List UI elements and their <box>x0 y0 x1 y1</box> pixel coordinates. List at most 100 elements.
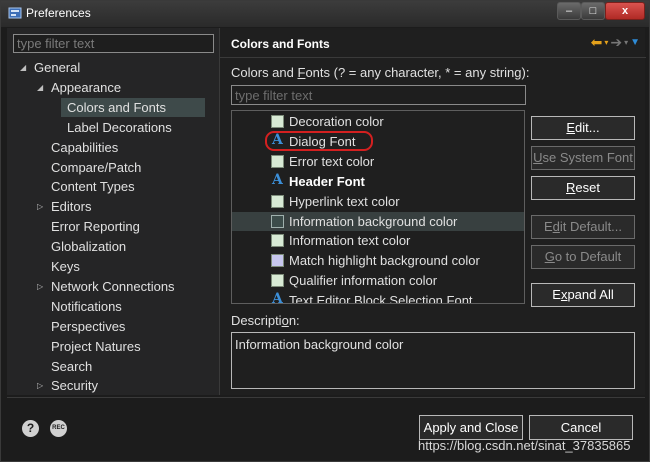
collapsed-twisty-icon[interactable]: ▷ <box>37 197 43 216</box>
colors-fonts-filter-input[interactable] <box>231 85 526 105</box>
tree-item-label: Globalization <box>51 239 127 255</box>
collapsed-twisty-icon[interactable]: ▷ <box>37 277 43 296</box>
tree-item-label: Content Types <box>51 179 135 195</box>
color-swatch-icon <box>271 254 284 268</box>
font-icon: A <box>272 291 283 304</box>
color-swatch-icon <box>271 194 284 208</box>
tree-item[interactable]: Search <box>51 357 92 376</box>
tree-item[interactable]: ◢ Appearance <box>37 78 122 97</box>
go-to-default-button[interactable]: Go to Default <box>531 245 635 269</box>
tree-item-label: Search <box>51 358 93 374</box>
color-swatch-icon <box>271 234 284 248</box>
preferences-app-icon <box>8 7 22 19</box>
page-header: Colors and Fonts ⬅ ▾ ➔ ▾ ▼ <box>220 28 646 58</box>
color-font-item[interactable]: Decoration color <box>232 112 524 131</box>
tree-item-label: Project Natures <box>51 338 141 354</box>
preferences-navigation: ◢ General ◢ Appearance Colors and Fonts Label… <box>7 28 219 395</box>
title-bar: Preferences ‒ □ x <box>1 1 649 27</box>
tree-filter-input[interactable] <box>13 34 214 53</box>
reset-button[interactable]: Reset <box>531 176 635 200</box>
tree-item[interactable]: Capabilities <box>51 138 118 157</box>
tree-item[interactable]: Content Types <box>51 177 135 196</box>
tree-item[interactable]: ▷ Editors <box>37 197 92 216</box>
page-navigation: ⬅ ▾ ➔ ▾ ▼ <box>591 34 640 51</box>
color-swatch-icon <box>271 115 284 128</box>
color-font-item[interactable]: Qualifier information color <box>232 271 524 290</box>
font-icon: A <box>272 171 283 188</box>
edit-button[interactable]: Edit... <box>531 116 635 140</box>
tree-item[interactable]: ▷ Security <box>37 376 98 395</box>
description-label: Description: <box>231 313 300 328</box>
color-font-item[interactable]: Information text color <box>232 231 524 250</box>
tree-item-label: Colors and Fonts <box>67 99 166 115</box>
expanded-twisty-icon[interactable]: ◢ <box>20 58 26 77</box>
maximize-button[interactable]: □ <box>581 2 605 20</box>
color-font-item-label: Error text color <box>289 153 375 169</box>
apply-and-close-button[interactable]: Apply and Close <box>419 415 523 440</box>
collapsed-twisty-icon[interactable]: ▷ <box>37 376 43 395</box>
colors-fonts-list-label: Colors and Fonts (? = any character, * =… <box>231 65 530 80</box>
minimize-button[interactable]: ‒ <box>557 2 581 20</box>
tree-item-label: Appearance <box>51 79 122 95</box>
color-font-item-label: Hyperlink text color <box>289 193 400 209</box>
color-font-item[interactable]: Information background color <box>232 211 524 231</box>
tree-item-label: Security <box>51 378 98 394</box>
color-font-item-label: Text Editor Block Selection Font <box>289 293 473 304</box>
forward-arrow-icon[interactable]: ➔ <box>610 34 622 51</box>
color-font-item-label: Information background color <box>289 213 458 229</box>
tree-item[interactable]: Compare/Patch <box>51 158 141 177</box>
tree-item-label: Network Connections <box>51 278 175 294</box>
record-icon[interactable]: REC <box>50 420 67 437</box>
back-arrow-icon[interactable]: ⬅ <box>591 34 603 51</box>
back-dropdown-icon[interactable]: ▾ <box>604 38 608 47</box>
source-watermark: https://blog.csdn.net/sinat_37835865 <box>418 438 631 453</box>
color-font-item-label: Header Font <box>289 173 365 189</box>
tree-item[interactable]: Colors and Fonts <box>61 97 205 117</box>
color-font-item[interactable]: Error text color <box>232 152 524 171</box>
tree-item-label: Keys <box>51 259 80 274</box>
tree-item-label: Editors <box>51 199 92 215</box>
help-icon[interactable]: ? <box>22 420 39 437</box>
color-swatch-icon <box>271 154 284 168</box>
page-title: Colors and Fonts <box>231 37 330 51</box>
tree-item[interactable]: Globalization <box>51 237 126 256</box>
preferences-window: Preferences ‒ □ x ◢ General ◢ Appearance Col… <box>0 0 650 462</box>
color-font-item[interactable]: Match highlight background color <box>232 251 524 270</box>
color-font-item-label: Decoration color <box>289 114 384 129</box>
preference-page: Colors and Fonts ⬅ ▾ ➔ ▾ ▼ Colors and Fo… <box>219 28 646 395</box>
close-window-button[interactable]: x <box>605 2 645 20</box>
color-font-item-label: Match highlight background color <box>289 253 480 269</box>
bottom-separator <box>7 397 645 398</box>
color-font-item[interactable]: A Header Font <box>232 172 524 191</box>
color-swatch-icon <box>271 274 284 288</box>
tree-item-label: Notifications <box>51 298 122 314</box>
window-title: Preferences <box>26 6 91 20</box>
tree-item[interactable]: Notifications <box>51 297 122 316</box>
expanded-twisty-icon[interactable]: ◢ <box>37 78 43 97</box>
expand-all-button[interactable]: Expand All <box>531 283 635 307</box>
tree-item[interactable]: Error Reporting <box>51 217 140 236</box>
red-highlight-annotation <box>265 130 373 151</box>
tree-item-label: Compare/Patch <box>51 159 142 175</box>
tree-item[interactable]: Perspectives <box>51 317 125 336</box>
colors-fonts-list[interactable]: Decoration color A Dialog Font Error text c… <box>231 110 525 304</box>
view-menu-icon[interactable]: ▼ <box>630 37 640 48</box>
tree-item[interactable]: Project Natures <box>51 337 141 356</box>
description-box: Information background color <box>231 332 635 389</box>
color-swatch-icon <box>271 214 284 228</box>
use-system-font-button[interactable]: Use System Font <box>531 146 635 170</box>
color-font-item[interactable]: Hyperlink text color <box>232 192 524 211</box>
tree-item[interactable]: ▷ Network Connections <box>37 277 175 296</box>
tree-item[interactable]: Keys <box>51 257 80 276</box>
color-font-item-label: Qualifier information color <box>289 273 438 289</box>
cancel-button[interactable]: Cancel <box>529 415 633 440</box>
edit-default-button[interactable]: Edit Default... <box>531 215 635 239</box>
tree-item[interactable]: Label Decorations <box>67 118 172 137</box>
tree-item-label: Error Reporting <box>51 219 140 235</box>
color-font-item[interactable]: A Text Editor Block Selection Font <box>232 291 524 304</box>
forward-dropdown-icon[interactable]: ▾ <box>624 38 628 47</box>
tree-item[interactable]: ◢ General <box>20 58 81 77</box>
tree-item-label: Capabilities <box>51 139 119 155</box>
tree-item-label: General <box>34 60 81 75</box>
tree-item-label: Label Decorations <box>67 119 172 135</box>
